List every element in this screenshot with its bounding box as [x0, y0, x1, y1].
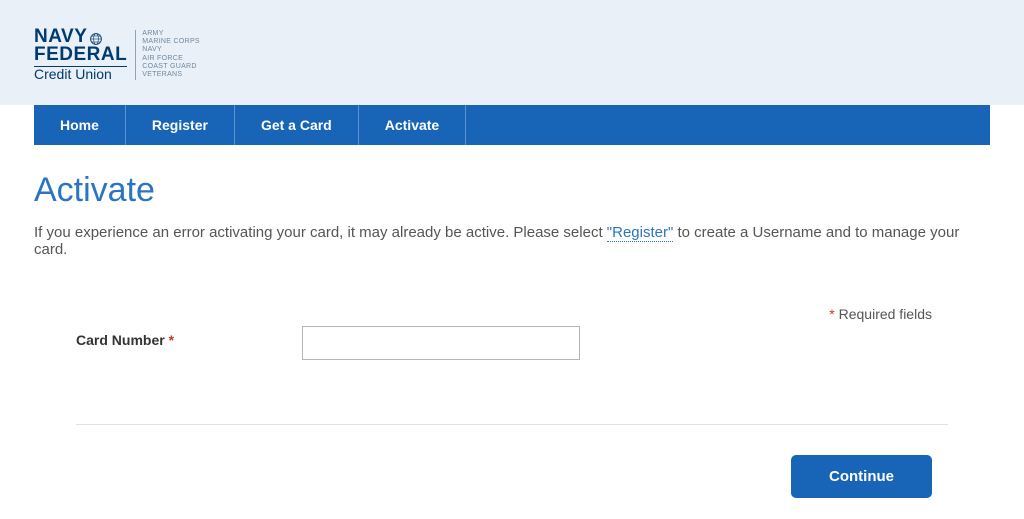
logo-text-block: NAVY FEDERAL Credit Union — [34, 28, 127, 81]
nav-activate[interactable]: Activate — [359, 105, 466, 145]
brand-logo: NAVY FEDERAL Credit Union ARMY MARINE CO… — [34, 28, 990, 81]
required-fields-label: Required fields — [835, 306, 932, 322]
primary-nav: Home Register Get a Card Activate — [34, 105, 990, 145]
card-number-label: Card Number * — [76, 326, 302, 348]
military-branches-list: ARMY MARINE CORPS NAVY AIR FORCE COAST G… — [135, 30, 200, 80]
card-number-input[interactable] — [302, 326, 580, 360]
branch-item: AIR FORCE — [142, 55, 200, 63]
branch-item: ARMY — [142, 30, 200, 38]
branch-item: COAST GUARD — [142, 63, 200, 71]
instruction-pre: If you experience an error activating yo… — [34, 224, 607, 241]
header-banner: NAVY FEDERAL Credit Union ARMY MARINE CO… — [0, 0, 1024, 105]
card-number-row: Card Number * — [34, 326, 990, 360]
register-link[interactable]: "Register" — [607, 224, 674, 242]
form-actions: Continue — [34, 455, 990, 498]
main-content: Activate If you experience an error acti… — [0, 145, 1024, 498]
card-number-label-text: Card Number — [76, 332, 169, 348]
nav-get-a-card[interactable]: Get a Card — [235, 105, 359, 145]
nav-register[interactable]: Register — [126, 105, 235, 145]
page-title: Activate — [34, 171, 990, 210]
instruction-text: If you experience an error activating yo… — [34, 224, 990, 258]
globe-icon — [90, 31, 102, 43]
nav-home[interactable]: Home — [34, 105, 126, 145]
section-divider — [76, 424, 948, 425]
branch-item: VETERANS — [142, 71, 200, 79]
branch-item: NAVY — [142, 46, 200, 54]
logo-line2: FEDERAL — [34, 46, 127, 64]
required-fields-note: * Required fields — [34, 306, 990, 322]
logo-subtext: Credit Union — [34, 66, 127, 81]
required-star-icon: * — [169, 332, 174, 348]
continue-button[interactable]: Continue — [791, 455, 932, 498]
branch-item: MARINE CORPS — [142, 38, 200, 46]
